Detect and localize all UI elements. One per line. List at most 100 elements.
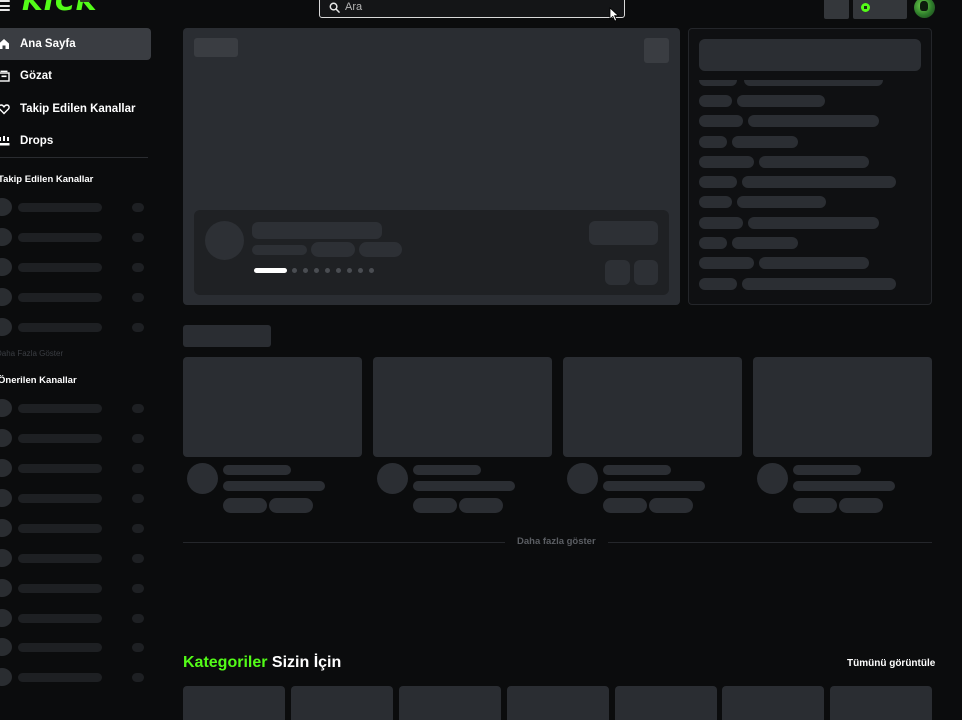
chat-user-skeleton (699, 156, 754, 168)
chat-user-skeleton (699, 136, 727, 148)
featured-stream-info (194, 210, 669, 295)
category-card-skeleton[interactable] (830, 686, 932, 720)
home-icon (0, 39, 9, 49)
featured-chat-skeleton (688, 28, 932, 305)
streamer-avatar-skeleton (205, 221, 244, 260)
chat-user-skeleton (699, 217, 743, 229)
chat-user-skeleton (699, 237, 727, 249)
sidebar-item-browse[interactable]: Gözat (0, 60, 151, 92)
sidebar-item-following[interactable]: Takip Edilen Kanallar (0, 93, 151, 125)
carousel-dot[interactable] (347, 268, 352, 273)
recommended-channel-skeleton (0, 399, 144, 417)
kick-logo[interactable]: KICK (22, 0, 98, 17)
carousel-dot-active[interactable] (254, 268, 287, 273)
stream-card-avatar-skeleton (567, 463, 598, 494)
followed-channel-skeleton (0, 198, 144, 216)
recommended-channel-skeleton (0, 668, 144, 686)
categories-section-title: Kategoriler Sizin İçin (183, 654, 341, 672)
categories-title-rest: Sizin İçin (267, 654, 342, 671)
sidebar-item-label: Takip Edilen Kanallar (20, 103, 136, 115)
user-avatar[interactable] (914, 0, 935, 18)
stream-card-name-skeleton (413, 481, 515, 491)
category-card-skeleton[interactable] (507, 686, 609, 720)
recommended-channel-skeleton (0, 519, 144, 537)
recommended-channel-skeleton (0, 459, 144, 477)
tag-skeleton (359, 242, 402, 257)
chat-line-skeleton (759, 156, 869, 168)
notifications-button[interactable] (824, 0, 849, 19)
carousel-dot[interactable] (292, 268, 297, 273)
chat-line-skeleton (737, 196, 826, 208)
stream-card-avatar-skeleton (757, 463, 788, 494)
stream-card-title-skeleton (413, 465, 481, 475)
stream-title-skeleton (252, 222, 382, 239)
sidebar-item-home[interactable]: Ana Sayfa (0, 28, 151, 60)
mute-button-skeleton[interactable] (644, 38, 669, 63)
stream-card-tag-skeleton (413, 498, 457, 513)
featured-stream-skeleton[interactable] (183, 28, 680, 305)
kicks-balance-button[interactable] (853, 0, 907, 19)
category-card-skeleton[interactable] (399, 686, 501, 720)
stream-card-thumbnail-skeleton[interactable] (563, 357, 742, 457)
search-box[interactable] (319, 0, 625, 18)
show-more-followed-link[interactable]: Daha Fazla Göster (0, 349, 63, 358)
stream-card-tag-skeleton (649, 498, 693, 513)
carousel-dot[interactable] (325, 268, 330, 273)
menu-icon[interactable] (0, 0, 10, 12)
sidebar: Ana Sayfa Gözat Takip Edilen Kanallar Dr… (0, 24, 152, 720)
category-card-skeleton[interactable] (291, 686, 393, 720)
chat-line-skeleton (748, 115, 879, 127)
divider-line (183, 542, 505, 543)
carousel-dot[interactable] (369, 268, 374, 273)
category-card-skeleton[interactable] (615, 686, 717, 720)
search-input[interactable] (345, 0, 595, 14)
stream-card-thumbnail-skeleton[interactable] (753, 357, 932, 457)
recommended-channel-skeleton (0, 609, 144, 627)
category-card-skeleton[interactable] (722, 686, 824, 720)
chat-line-skeleton (732, 237, 798, 249)
chat-line-skeleton (737, 95, 825, 107)
recommended-channel-skeleton (0, 489, 144, 507)
carousel-dot[interactable] (336, 268, 341, 273)
recommended-channel-skeleton (0, 579, 144, 597)
followed-channels-title: Takip Edilen Kanallar (0, 174, 94, 185)
section-title-skeleton (183, 325, 271, 347)
stream-card-name-skeleton (793, 481, 895, 491)
stream-card-tag-skeleton (793, 498, 837, 513)
streamer-name-skeleton (252, 245, 307, 255)
chat-line-skeleton (699, 80, 737, 86)
chat-line-skeleton (744, 80, 883, 86)
sidebar-item-drops[interactable]: Drops (0, 125, 151, 157)
prev-slide-button-skeleton[interactable] (605, 260, 630, 285)
show-more-divider: Daha fazla göster (183, 536, 932, 548)
recommended-channel-skeleton (0, 549, 144, 567)
carousel-dot[interactable] (303, 268, 308, 273)
next-slide-button-skeleton[interactable] (634, 260, 658, 285)
show-more-button[interactable]: Daha fazla göster (517, 536, 596, 547)
carousel-dot[interactable] (314, 268, 319, 273)
stream-card-thumbnail-skeleton[interactable] (183, 357, 362, 457)
chat-line-skeleton (732, 136, 798, 148)
chat-user-skeleton (699, 95, 732, 107)
stream-card-name-skeleton (223, 481, 325, 491)
stream-card-title-skeleton (603, 465, 671, 475)
stream-card-tag-skeleton (459, 498, 503, 513)
chat-line-skeleton (742, 278, 896, 290)
search-icon (329, 2, 340, 13)
chat-header-skeleton (699, 39, 921, 71)
recommended-channels-title: Önerilen Kanallar (0, 375, 77, 386)
browse-icon (0, 70, 10, 82)
view-all-categories-link[interactable]: Tümünü görüntüle (847, 658, 935, 669)
carousel-dot[interactable] (358, 268, 363, 273)
logo-beta-tag (80, 0, 90, 2)
kick-coin-icon (861, 3, 870, 12)
watch-button-skeleton[interactable] (589, 221, 658, 245)
chat-line-skeleton (759, 257, 869, 269)
chat-user-skeleton (699, 176, 737, 188)
chat-user-skeleton (699, 196, 732, 208)
stream-card-thumbnail-skeleton[interactable] (373, 357, 552, 457)
stream-card-title-skeleton (793, 465, 861, 475)
sidebar-divider (0, 157, 148, 158)
sidebar-item-label: Drops (20, 135, 54, 147)
category-card-skeleton[interactable] (183, 686, 285, 720)
